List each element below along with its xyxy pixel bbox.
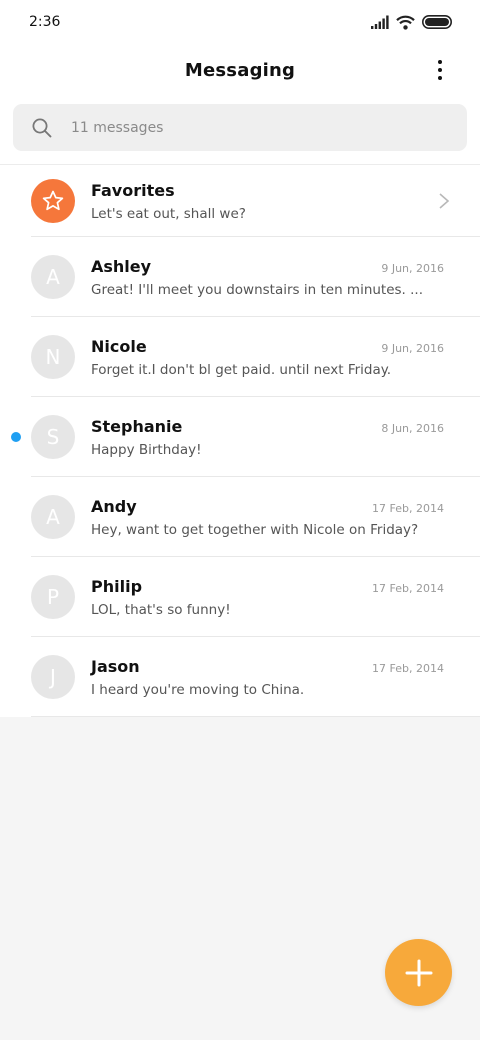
row-top: Nicole 9 Jun, 2016	[91, 337, 444, 356]
row-top: Jason 17 Feb, 2014	[91, 657, 444, 676]
contact-name: Ashley	[91, 256, 152, 276]
avatar: N	[31, 335, 75, 379]
avatar: S	[31, 415, 75, 459]
wifi-icon	[396, 15, 415, 30]
more-vertical-icon-dot	[438, 68, 442, 72]
battery-icon	[422, 15, 452, 29]
favorites-title: Favorites	[91, 180, 175, 200]
message-date: 17 Feb, 2014	[372, 501, 444, 515]
conversation-row[interactable]: A Andy 17 Feb, 2014 Hey, want to get tog…	[0, 477, 480, 557]
conversation-body: Nicole 9 Jun, 2016 Forget it.I don't bl …	[91, 337, 480, 378]
message-date: 9 Jun, 2016	[381, 261, 444, 275]
contact-name: Andy	[91, 496, 137, 516]
conversation-body: Ashley 9 Jun, 2016 Great! I'll meet you …	[91, 257, 480, 298]
search-wrap: 11 messages	[0, 96, 480, 164]
avatar: P	[31, 575, 75, 619]
favorites-preview: Let's eat out, shall we?	[91, 205, 246, 222]
signal-icon	[371, 15, 389, 29]
chevron-right-icon	[439, 193, 450, 209]
status-time: 2:36	[29, 14, 61, 30]
more-options-button[interactable]	[428, 58, 452, 82]
message-preview: LOL, that's so funny!	[91, 601, 231, 618]
conversation-row[interactable]: N Nicole 9 Jun, 2016 Forget it.I don't b…	[0, 317, 480, 397]
row-top: Andy 17 Feb, 2014	[91, 497, 444, 516]
more-vertical-icon-dot	[438, 76, 442, 80]
conversation-row[interactable]: A Ashley 9 Jun, 2016 Great! I'll meet yo…	[0, 237, 480, 317]
row-top: Philip 17 Feb, 2014	[91, 577, 444, 596]
message-preview: Happy Birthday!	[91, 441, 202, 458]
page-title: Messaging	[184, 59, 296, 81]
star-icon	[42, 190, 64, 211]
message-date: 8 Jun, 2016	[381, 421, 444, 435]
contact-name: Jason	[91, 656, 140, 676]
row-top: Ashley 9 Jun, 2016	[91, 257, 444, 276]
conversation-list: Favorites Let's eat out, shall we? A Ash…	[0, 164, 480, 717]
message-date: 9 Jun, 2016	[381, 341, 444, 355]
message-preview: I heard you're moving to China.	[91, 681, 305, 698]
status-icons	[371, 15, 452, 30]
favorites-avatar	[31, 179, 75, 223]
conversation-row[interactable]: S Stephanie 8 Jun, 2016 Happy Birthday!	[0, 397, 480, 477]
conversation-body: Andy 17 Feb, 2014 Hey, want to get toget…	[91, 497, 480, 538]
messaging-screen: 2:36 Messaging 11 messages Favorites Let…	[0, 0, 480, 1040]
favorites-body: Favorites Let's eat out, shall we?	[91, 181, 480, 222]
message-date: 17 Feb, 2014	[372, 581, 444, 595]
avatar: J	[31, 655, 75, 699]
message-date: 17 Feb, 2014	[372, 661, 444, 675]
row-top: Stephanie 8 Jun, 2016	[91, 417, 444, 436]
app-header: Messaging	[0, 44, 480, 96]
search-icon	[32, 118, 52, 137]
message-preview: Hey, want to get together with Nicole on…	[91, 521, 419, 538]
conversation-body: Jason 17 Feb, 2014 I heard you're moving…	[91, 657, 480, 698]
compose-button[interactable]	[385, 939, 452, 1006]
favorites-row[interactable]: Favorites Let's eat out, shall we?	[0, 165, 480, 237]
search-placeholder: 11 messages	[71, 119, 164, 136]
status-bar: 2:36	[0, 0, 480, 44]
divider	[31, 716, 480, 717]
conversation-body: Philip 17 Feb, 2014 LOL, that's so funny…	[91, 577, 480, 618]
more-vertical-icon	[438, 60, 442, 64]
top-area: 2:36 Messaging 11 messages	[0, 0, 480, 164]
message-preview: Great! I'll meet you downstairs in ten m…	[91, 281, 424, 298]
conversation-row[interactable]: P Philip 17 Feb, 2014 LOL, that's so fun…	[0, 557, 480, 637]
contact-name: Nicole	[91, 336, 147, 356]
avatar: A	[31, 255, 75, 299]
conversation-row[interactable]: J Jason 17 Feb, 2014 I heard you're movi…	[0, 637, 480, 717]
conversation-body: Stephanie 8 Jun, 2016 Happy Birthday!	[91, 417, 480, 458]
row-top: Favorites	[91, 181, 444, 200]
contact-name: Philip	[91, 576, 143, 596]
unread-indicator	[11, 432, 21, 442]
search-input[interactable]: 11 messages	[13, 104, 467, 151]
avatar: A	[31, 495, 75, 539]
message-preview: Forget it.I don't bl get paid. until nex…	[91, 361, 392, 378]
plus-icon	[405, 959, 432, 986]
contact-name: Stephanie	[91, 416, 183, 436]
